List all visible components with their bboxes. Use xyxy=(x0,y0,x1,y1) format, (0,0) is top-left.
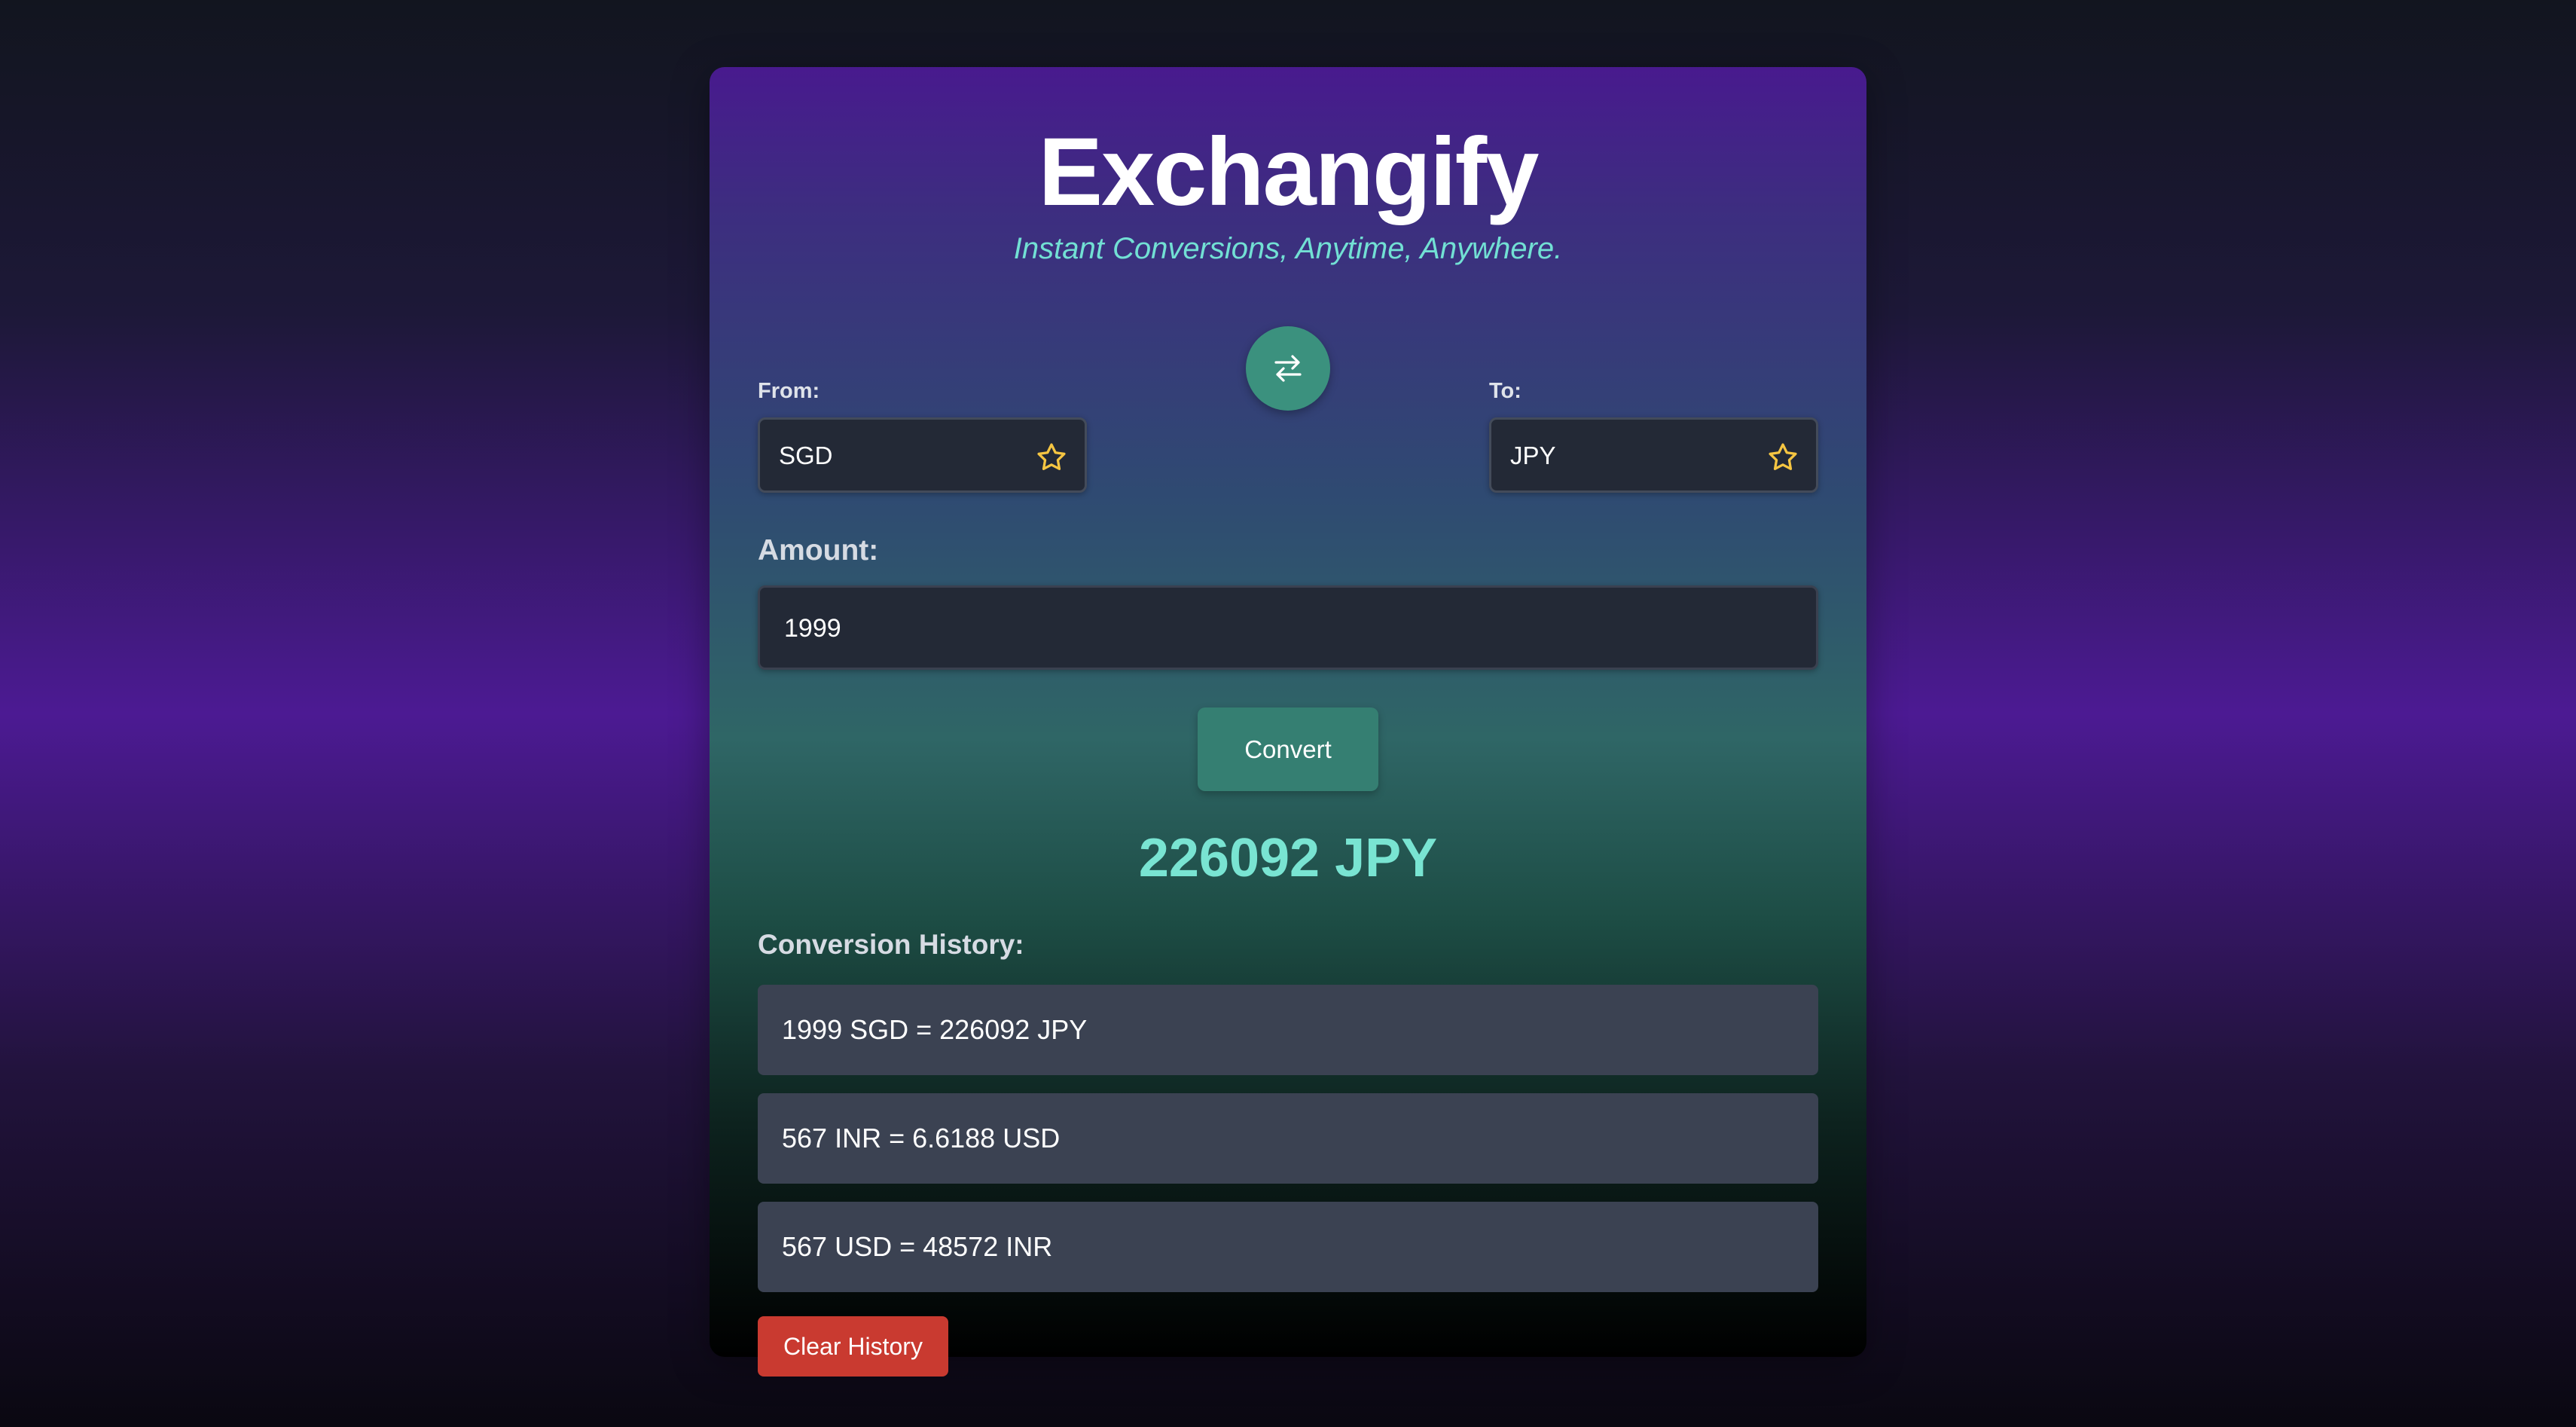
convert-button[interactable]: Convert xyxy=(1198,707,1378,791)
to-currency-value: JPY xyxy=(1510,442,1556,469)
from-currency-value: SGD xyxy=(779,442,833,469)
history-item: 567 USD = 48572 INR xyxy=(758,1202,1818,1292)
star-outline-icon[interactable] xyxy=(1766,441,1799,474)
history-label: Conversion History: xyxy=(758,929,1024,960)
amount-input[interactable]: 1999 xyxy=(758,585,1818,670)
app-tagline: Instant Conversions, Anytime, Anywhere. xyxy=(1013,232,1563,265)
amount-value: 1999 xyxy=(784,614,841,643)
clear-history-button[interactable]: Clear History xyxy=(758,1316,948,1377)
to-label: To: xyxy=(1489,379,1521,403)
from-currency-select[interactable]: SGD xyxy=(758,417,1087,493)
app-title: Exchangify xyxy=(1038,118,1540,226)
history-item: 567 INR = 6.6188 USD xyxy=(758,1093,1818,1184)
to-currency-select[interactable]: JPY xyxy=(1489,417,1818,493)
history-item: 1999 SGD = 226092 JPY xyxy=(758,985,1818,1075)
conversion-result: 226092 JPY xyxy=(1138,828,1438,888)
star-outline-icon[interactable] xyxy=(1035,441,1068,474)
amount-label: Amount: xyxy=(758,534,879,567)
swap-arrows-icon xyxy=(1274,355,1302,382)
converter-card: Exchangify Instant Conversions, Anytime,… xyxy=(710,67,1866,1377)
from-label: From: xyxy=(758,379,820,403)
swap-currencies-button[interactable] xyxy=(1246,326,1330,411)
